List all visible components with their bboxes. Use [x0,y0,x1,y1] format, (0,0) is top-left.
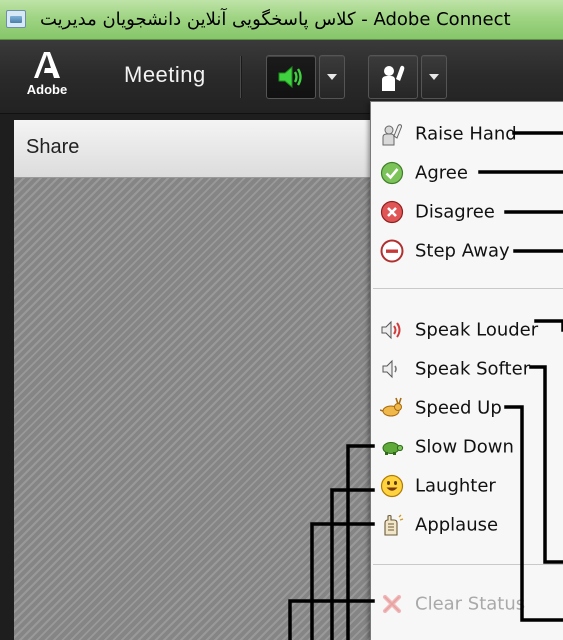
menu-item-label: Applause [415,514,499,536]
clear-status-icon [382,594,402,614]
audio-dropdown-button[interactable] [319,55,345,99]
agree-check-icon [380,161,404,185]
app-window-icon [6,10,26,28]
menu-item-raise-hand[interactable]: Raise Hand [371,116,563,152]
menu-item-applause[interactable]: Applause [371,507,563,543]
adobe-logo: Adobe [24,50,70,104]
applause-hands-icon [384,514,404,536]
meeting-menu[interactable]: Meeting [124,62,206,88]
window-title-bar[interactable]: کلاس پاسخگویی آنلاین دانشجویان مدیریت - … [0,0,563,40]
menu-divider [373,564,563,565]
chevron-down-icon [429,74,439,80]
audio-button[interactable] [266,55,316,99]
menu-item-label: Slow Down [415,436,514,458]
disagree-x-icon [380,200,404,224]
adobe-a-icon [34,52,60,78]
menu-item-label: Speed Up [415,397,502,419]
laughter-smiley-icon [380,474,404,498]
slow-down-turtle-icon [382,442,404,455]
status-button[interactable] [368,55,418,99]
menu-item-label: Step Away [415,240,510,262]
window-title: کلاس پاسخگویی آنلاین دانشجویان مدیریت - … [40,9,511,30]
menu-item-label: Clear Status [415,593,526,615]
menu-item-agree[interactable]: Agree [371,155,563,191]
menu-item-label: Disagree [415,201,495,223]
speaker-icon [278,65,302,89]
menu-item-label: Agree [415,162,468,184]
step-away-icon [380,239,404,263]
speed-up-rabbit-icon [380,397,402,417]
menu-item-label: Speak Softer [415,358,531,380]
chevron-down-icon [327,74,337,80]
menu-item-clear-status: Clear Status [371,586,563,622]
menu-item-step-away[interactable]: Step Away [371,233,563,269]
share-pod-title: Share [26,136,80,158]
raise-hand-icon [382,65,405,91]
menu-item-speed-up[interactable]: Speed Up [371,390,563,426]
menu-item-speak-softer[interactable]: Speak Softer [371,351,563,387]
menu-item-laughter[interactable]: Laughter [371,468,563,504]
toolbar-divider [240,56,242,98]
menu-item-disagree[interactable]: Disagree [371,194,563,230]
speak-softer-icon [382,359,397,379]
status-dropdown-button[interactable] [421,55,447,99]
menu-item-label: Laughter [415,475,496,497]
menu-divider [373,288,563,289]
menu-item-slow-down[interactable]: Slow Down [371,429,563,465]
raise-hand-icon [382,124,402,146]
status-dropdown-menu: Raise Hand Agree Disagree Step Away Spea… [370,101,563,640]
speak-louder-icon [381,320,401,340]
menu-item-label: Raise Hand [415,123,517,145]
menu-item-label: Speak Louder [415,319,539,341]
adobe-logo-text: Adobe [26,82,68,97]
menu-item-speak-louder[interactable]: Speak Louder [371,312,563,348]
